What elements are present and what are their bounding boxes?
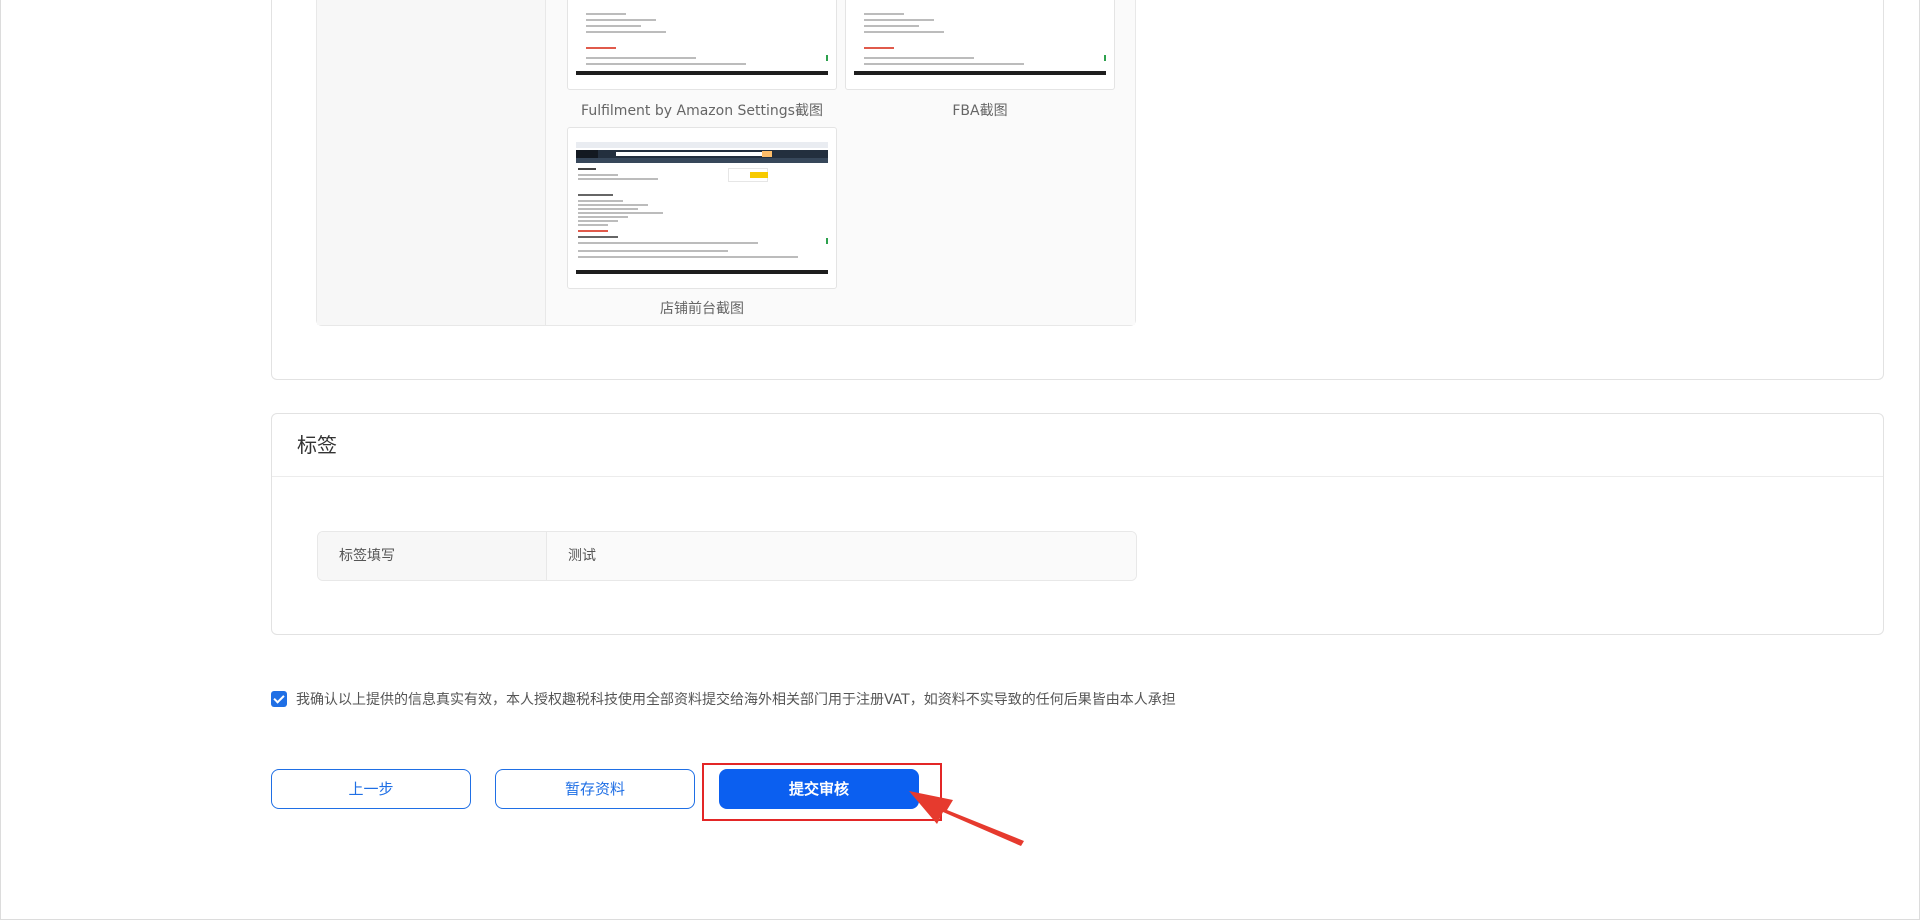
- page: Fulfilment by Amazon Settings截图 FBA截图 店铺…: [0, 0, 1920, 920]
- agreement-text: 我确认以上提供的信息真实有效，本人授权趣税科技使用全部资料提交给海外相关部门用于…: [296, 692, 1176, 708]
- screenshot-thumbnail-fba[interactable]: [845, 0, 1115, 90]
- screenshot-image: [576, 142, 828, 274]
- screenshot-image: [854, 0, 1106, 75]
- tag-row-label: 标签填写: [318, 532, 547, 580]
- tags-section-title: 标签: [272, 414, 1883, 477]
- tag-row: 标签填写 测试: [317, 531, 1137, 581]
- screenshot-thumbnail-fba-settings[interactable]: [567, 0, 837, 90]
- screenshot-image: [576, 0, 828, 75]
- save-draft-button[interactable]: 暂存资料: [495, 769, 695, 809]
- screenshot-caption: FBA截图: [952, 103, 1008, 119]
- tag-row-value: 测试: [547, 532, 1136, 580]
- screenshot-thumbnail-storefront[interactable]: [567, 127, 837, 289]
- annotation-arrow-icon: [909, 791, 1024, 846]
- screenshot-caption: Fulfilment by Amazon Settings截图: [581, 103, 823, 119]
- screenshot-caption: 店铺前台截图: [660, 301, 744, 317]
- agreement: 我确认以上提供的信息真实有效，本人授权趣税科技使用全部资料提交给海外相关部门用于…: [271, 689, 1176, 709]
- agreement-checkbox[interactable]: [271, 691, 287, 707]
- attachments-label-cell: [317, 0, 546, 325]
- tags-card: 标签 标签填写 测试: [271, 413, 1884, 635]
- prev-step-button[interactable]: 上一步: [271, 769, 471, 809]
